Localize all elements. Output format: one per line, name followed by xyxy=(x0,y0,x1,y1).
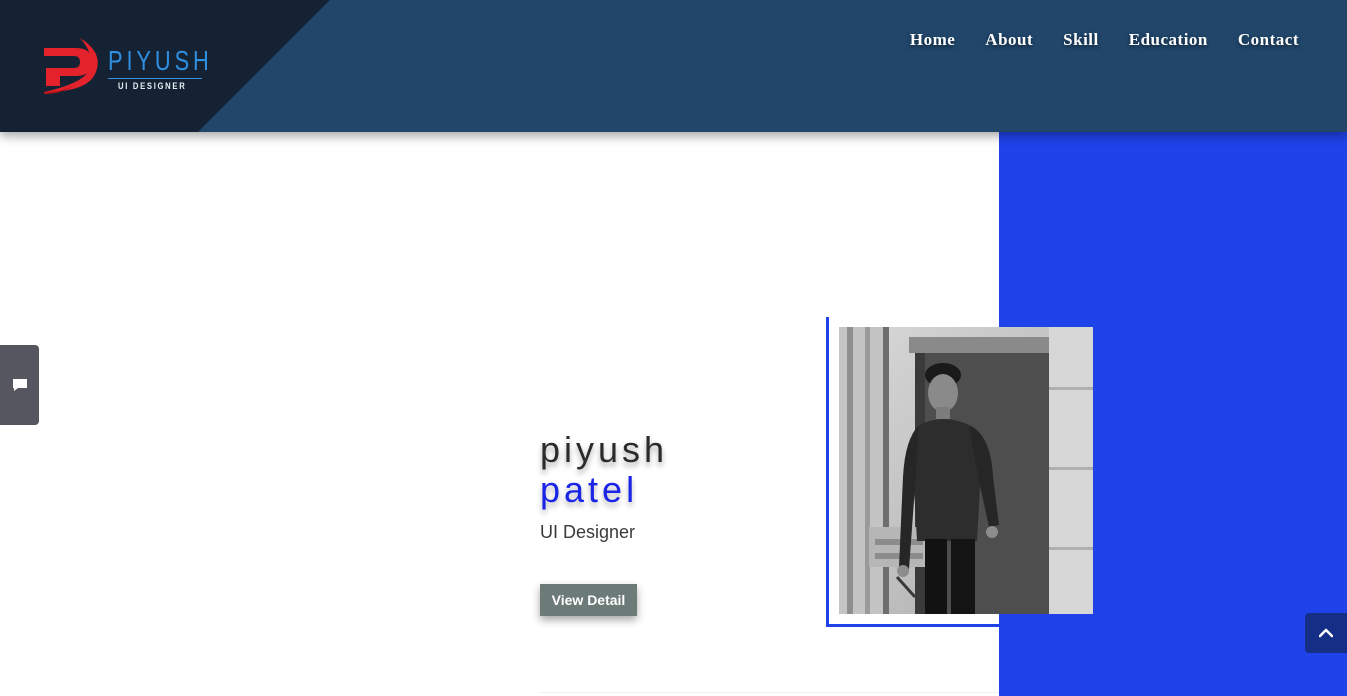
chevron-up-icon xyxy=(1319,628,1333,638)
profile-photo-illustration xyxy=(839,327,1093,614)
view-detail-button[interactable]: View Detail xyxy=(540,584,637,616)
nav-home[interactable]: Home xyxy=(910,30,955,50)
brand-name: PIYUSH xyxy=(108,45,213,76)
section-divider xyxy=(540,692,999,693)
nav-skill[interactable]: Skill xyxy=(1063,30,1099,50)
chat-bubble-icon xyxy=(12,379,27,391)
nav-education[interactable]: Education xyxy=(1129,30,1208,50)
site-header: PIYUSH UI DESIGNER Home About Skill Educ… xyxy=(0,0,1347,132)
hero-intro: piyush patel UI Designer xyxy=(540,430,668,543)
brand-logo[interactable]: PIYUSH UI DESIGNER xyxy=(40,34,215,98)
nav-about[interactable]: About xyxy=(985,30,1033,50)
hero-first-name: piyush xyxy=(540,429,669,470)
brand-divider xyxy=(108,78,202,79)
chat-tab[interactable] xyxy=(0,345,39,425)
nav-contact[interactable]: Contact xyxy=(1238,30,1299,50)
hero-role: UI Designer xyxy=(540,522,636,542)
main-nav: Home About Skill Education Contact xyxy=(910,30,1299,50)
hero-last-name: patel xyxy=(540,469,639,510)
scroll-to-top-button[interactable] xyxy=(1305,613,1347,653)
p-swoosh-logo-icon xyxy=(44,38,98,94)
brand-tagline: UI DESIGNER xyxy=(118,81,187,91)
profile-photo xyxy=(839,327,1093,614)
